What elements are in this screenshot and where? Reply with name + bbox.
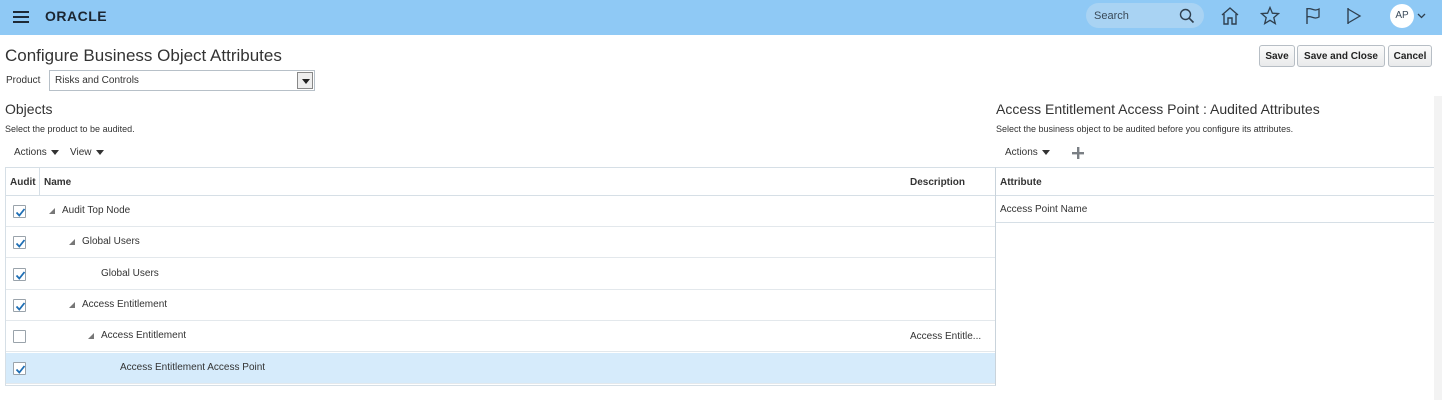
objects-table-header: Audit Name Description [6, 168, 995, 196]
column-divider [39, 168, 40, 196]
flag-icon[interactable] [1303, 6, 1323, 26]
checkmark-icon [15, 239, 26, 248]
search-input[interactable] [1094, 8, 1174, 23]
triangle-down-icon [95, 149, 104, 155]
row-name: Access Entitlement [82, 299, 168, 310]
checkmark-icon [15, 271, 26, 280]
objects-view-menu[interactable]: View [70, 147, 104, 158]
home-icon[interactable] [1220, 6, 1240, 26]
row-name: Audit Top Node [62, 205, 131, 216]
objects-description: Select the product to be audited. [5, 124, 135, 134]
menu-icon[interactable] [13, 11, 29, 23]
attributes-table: Attribute Access Point Name [996, 167, 1434, 223]
table-row[interactable]: Access Entitlement [6, 290, 995, 321]
star-icon[interactable] [1260, 6, 1280, 26]
expand-triangle-icon[interactable] [88, 333, 94, 339]
product-select[interactable]: Risks and Controls [49, 70, 315, 91]
vertical-scrollbar[interactable] [1434, 96, 1442, 400]
audit-checkbox[interactable] [13, 236, 26, 249]
triangle-down-icon [1041, 149, 1050, 155]
view-menu-label: View [70, 147, 92, 158]
column-header-attribute[interactable]: Attribute [1000, 177, 1042, 188]
search-icon[interactable] [1179, 8, 1195, 24]
actions-menu-label: Actions [1005, 147, 1038, 158]
top-bar: ORACLE AP [0, 0, 1442, 35]
product-select-value: Risks and Controls [55, 75, 139, 86]
attributes-description: Select the business object to be audited… [996, 124, 1294, 134]
save-button[interactable]: Save [1259, 45, 1295, 67]
product-label: Product [6, 75, 41, 86]
objects-actions-menu[interactable]: Actions [14, 147, 59, 158]
column-header-name[interactable]: Name [44, 177, 71, 188]
table-row[interactable]: Global Users [6, 259, 995, 290]
avatar[interactable]: AP [1390, 4, 1414, 28]
column-header-audit[interactable]: Audit [10, 177, 36, 188]
row-name: Global Users [101, 268, 159, 279]
audit-checkbox[interactable] [13, 205, 26, 218]
search-box[interactable] [1086, 3, 1204, 28]
table-row[interactable]: Access Entitlement Access Entitle... [6, 321, 995, 352]
triangle-down-icon [50, 149, 59, 155]
attributes-title: Access Entitlement Access Point : Audite… [996, 101, 1320, 117]
header-divider [996, 195, 1434, 196]
table-row[interactable]: Global Users [6, 227, 995, 258]
objects-table: Audit Name Description Audit Top Node Gl… [5, 167, 996, 386]
audit-checkbox[interactable] [13, 299, 26, 312]
page-title: Configure Business Object Attributes [5, 46, 282, 65]
oracle-logo[interactable]: ORACLE [45, 8, 107, 24]
row-name: Access Entitlement [101, 330, 187, 341]
expand-triangle-icon[interactable] [69, 239, 75, 245]
expand-triangle-icon[interactable] [69, 302, 75, 308]
save-and-close-button[interactable]: Save and Close [1297, 45, 1385, 67]
expand-triangle-icon[interactable] [49, 208, 55, 214]
attribute-row[interactable]: Access Point Name [1000, 204, 1087, 215]
objects-title: Objects [5, 101, 53, 117]
cancel-button[interactable]: Cancel [1388, 45, 1432, 67]
table-row[interactable]: Audit Top Node [6, 196, 995, 227]
audit-checkbox[interactable] [13, 362, 26, 375]
actions-menu-label: Actions [14, 147, 47, 158]
play-flag-icon[interactable] [1344, 6, 1364, 26]
audit-checkbox[interactable] [13, 268, 26, 281]
checkmark-icon [15, 365, 26, 374]
dropdown-arrow-icon[interactable] [297, 72, 313, 89]
checkmark-icon [15, 208, 26, 217]
chevron-down-icon[interactable] [1417, 13, 1426, 19]
column-header-description[interactable]: Description [910, 177, 965, 188]
checkmark-icon [15, 302, 26, 311]
row-name: Global Users [82, 236, 140, 247]
audit-checkbox[interactable] [13, 330, 26, 343]
row-description: Access Entitle... [910, 331, 982, 342]
table-row-selected[interactable]: Access Entitlement Access Point [6, 353, 995, 384]
attributes-actions-menu[interactable]: Actions [1005, 147, 1050, 158]
add-icon[interactable] [1072, 147, 1084, 159]
row-name: Access Entitlement Access Point [120, 362, 266, 373]
